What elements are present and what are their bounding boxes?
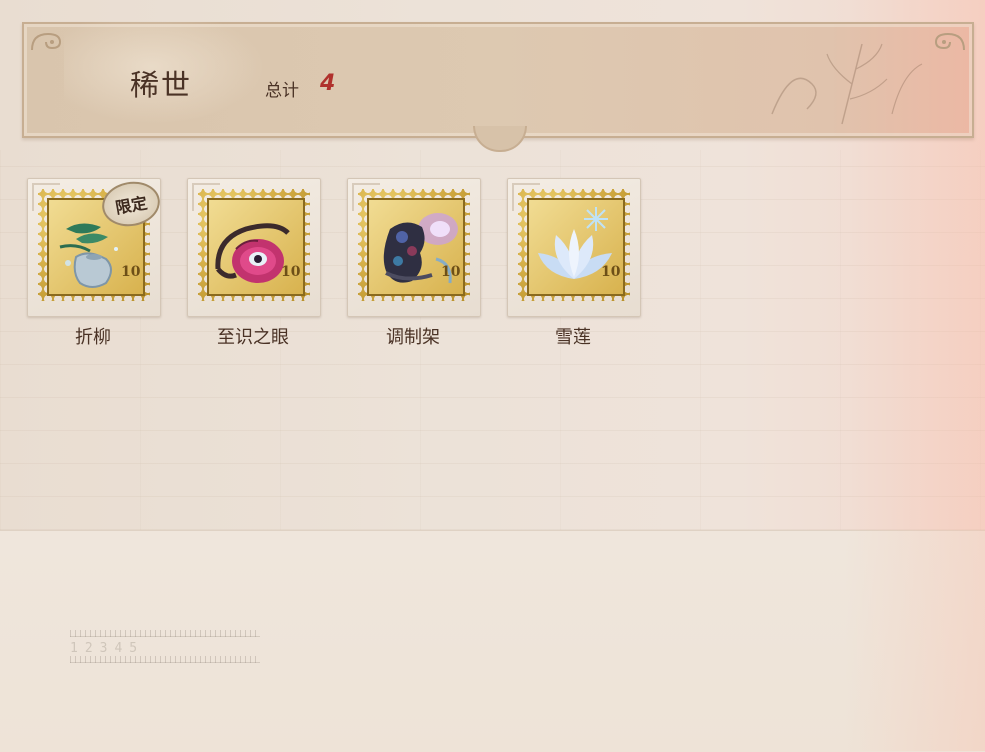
header-notch	[473, 126, 527, 152]
item-name: 折柳	[75, 327, 111, 348]
collection-item-eye[interactable]: 10 至识之眼	[187, 178, 321, 353]
item-name: 雪莲	[555, 327, 591, 348]
corner-ornament-icon	[31, 32, 62, 51]
background-ruler-decoration: 12345	[70, 630, 260, 664]
corner-ornament-icon	[934, 32, 965, 51]
stamp-value: 10	[601, 264, 621, 280]
total-count: 4	[320, 71, 336, 96]
total-label: 总计	[265, 81, 299, 101]
collection-item-zheliu[interactable]: 10 限定 折柳	[27, 177, 164, 353]
page-title: 稀世	[130, 68, 193, 102]
stamp-value: 10	[121, 264, 141, 280]
item-card[interactable]: 10	[507, 178, 641, 317]
item-name: 至识之眼	[217, 327, 289, 348]
item-card[interactable]: 10	[347, 178, 481, 317]
category-header: 稀世 总计 4	[22, 22, 974, 138]
stamp-value: 10	[281, 264, 301, 280]
collection-item-blending-rack[interactable]: 10 调制架	[347, 178, 481, 353]
item-card[interactable]: 10	[187, 178, 321, 317]
item-card[interactable]: 10 限定	[27, 177, 164, 317]
item-name: 调制架	[386, 327, 440, 348]
botanical-sketch-decoration	[771, 43, 923, 125]
stamp-value: 10	[441, 264, 461, 280]
collection-item-snow-lotus[interactable]: 10 雪莲	[507, 178, 641, 353]
